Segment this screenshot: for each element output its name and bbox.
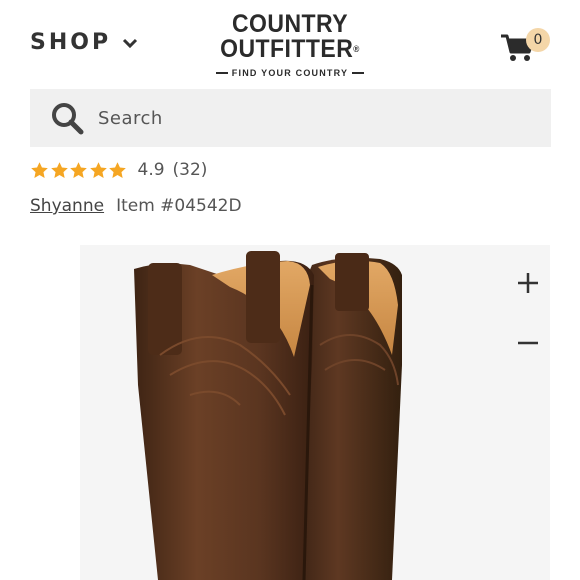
registered-mark: ® xyxy=(353,44,360,54)
chevron-down-icon xyxy=(123,38,138,48)
rating-count[interactable]: (32) xyxy=(173,160,208,180)
brand-row: Shyanne Item #04542D xyxy=(30,196,242,216)
star-icon xyxy=(89,161,107,178)
logo-line-1: COUNTRY xyxy=(231,10,349,38)
product-rating[interactable]: 4.9 (32) xyxy=(30,160,207,180)
star-icon xyxy=(70,161,87,178)
brand-link[interactable]: Shyanne xyxy=(30,196,104,216)
tagline-dash-right xyxy=(352,72,365,74)
star-icon xyxy=(50,161,68,178)
site-logo[interactable]: COUNTRY OUTFITTER® FIND YOUR COUNTRY xyxy=(210,12,370,78)
zoom-out-button[interactable] xyxy=(515,330,541,356)
logo-line-2: OUTFITTER xyxy=(220,35,354,63)
star-icon xyxy=(109,161,126,178)
search-input[interactable] xyxy=(96,106,520,130)
zoom-in-button[interactable] xyxy=(515,270,541,296)
shop-label: SHOP xyxy=(30,30,112,55)
cart-button[interactable]: 0 xyxy=(500,28,550,68)
star-rating xyxy=(30,161,128,180)
shop-menu-button[interactable]: SHOP xyxy=(30,30,139,55)
item-number: Item #04542D xyxy=(116,196,242,216)
product-image[interactable] xyxy=(80,245,550,580)
logo-tagline: FIND YOUR COUNTRY xyxy=(231,68,349,78)
search-icon[interactable] xyxy=(50,101,84,135)
cart-count-badge: 0 xyxy=(526,28,550,52)
tagline-dash-left xyxy=(215,72,228,74)
search-bar[interactable] xyxy=(30,89,551,147)
plus-icon xyxy=(518,273,538,293)
star-icon xyxy=(31,161,48,178)
boots-image xyxy=(134,251,402,580)
rating-value: 4.9 xyxy=(137,160,165,180)
